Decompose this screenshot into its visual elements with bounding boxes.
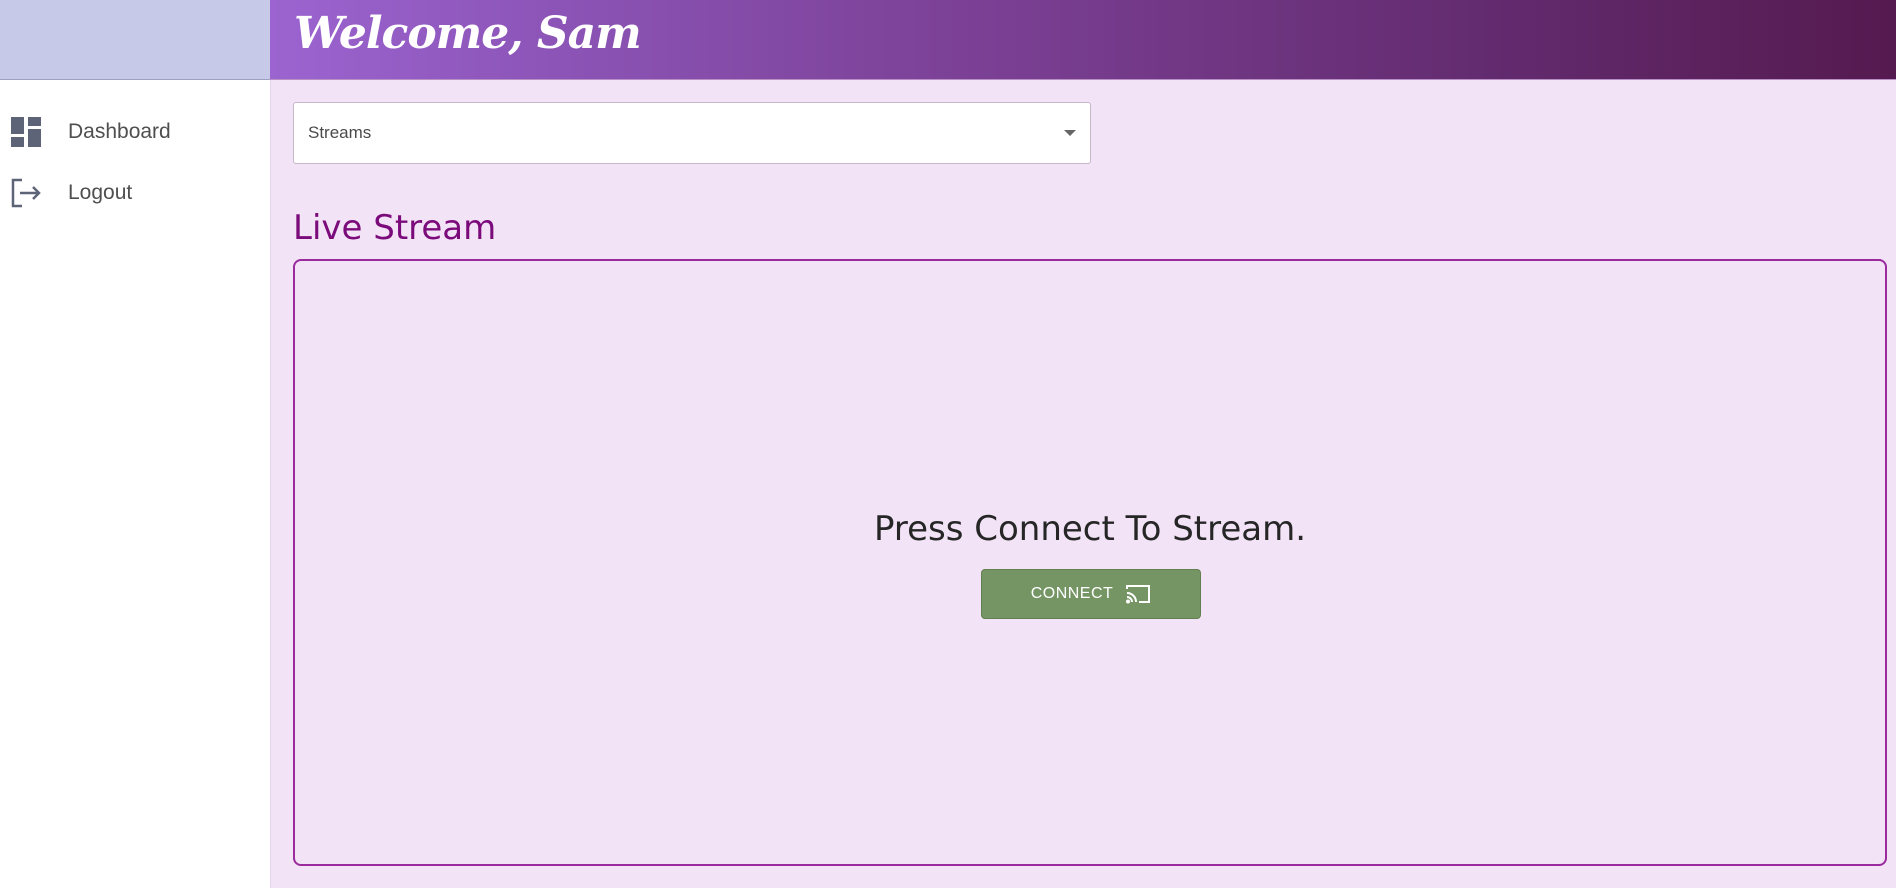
- connect-button-label: CONNECT: [1030, 585, 1114, 602]
- live-stream-title: Live Stream: [293, 208, 497, 248]
- logout-icon: [10, 177, 42, 209]
- welcome-title: Welcome, Sam: [294, 8, 642, 59]
- sidebar-item-label: Logout: [68, 181, 133, 204]
- dashboard-icon: [10, 116, 42, 148]
- sidebar-header: [0, 0, 270, 80]
- streams-select[interactable]: Streams: [293, 102, 1091, 164]
- stream-message: Press Connect To Stream.: [873, 509, 1307, 549]
- cast-icon: [1125, 583, 1151, 605]
- sidebar: Dashboard Logout: [0, 80, 271, 888]
- streams-select-value: Streams: [308, 123, 372, 142]
- chevron-down-icon: [1064, 130, 1076, 136]
- stream-panel: Press Connect To Stream. CONNECT: [293, 259, 1887, 866]
- connect-button[interactable]: CONNECT: [981, 569, 1201, 619]
- sidebar-item-dashboard[interactable]: Dashboard: [0, 105, 270, 159]
- sidebar-item-logout[interactable]: Logout: [0, 166, 270, 220]
- sidebar-item-label: Dashboard: [68, 120, 171, 143]
- app-header: Welcome, Sam: [270, 0, 1896, 80]
